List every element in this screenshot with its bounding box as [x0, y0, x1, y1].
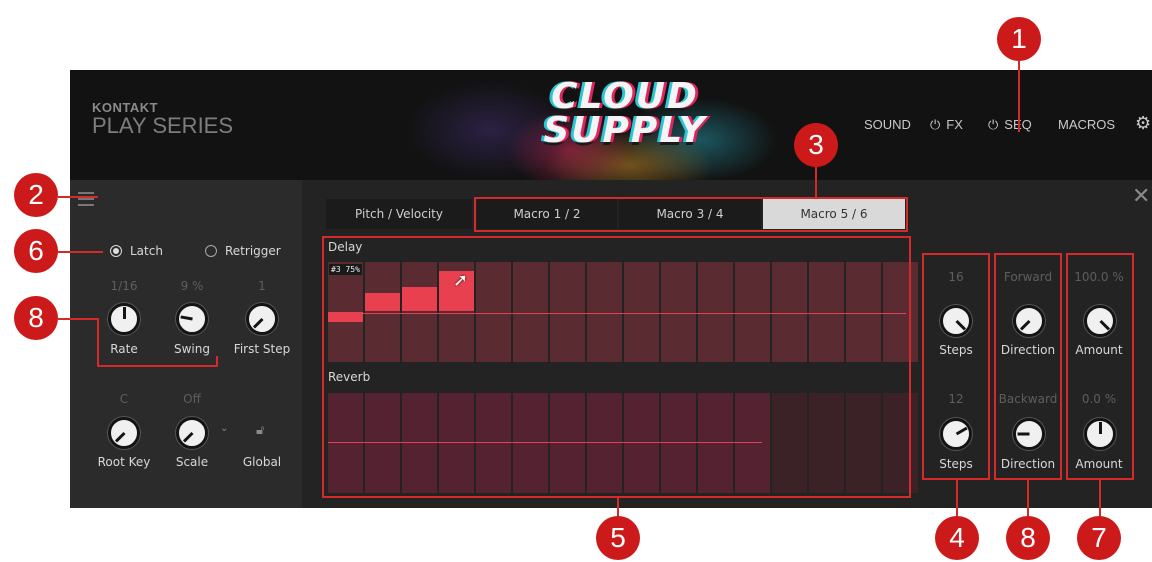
retrigger-radio[interactable]: Retrigger [205, 244, 281, 258]
callout-box-macro-tabs [474, 197, 908, 232]
nav-macros[interactable]: MACROS [1058, 117, 1115, 132]
callout-line-4 [956, 480, 958, 518]
cloud-supply-logo: CLOUD SUPPLY [540, 76, 710, 151]
callout-line-2 [58, 196, 98, 198]
close-icon[interactable]: ✕ [1132, 184, 1150, 209]
radio-selected-icon [110, 245, 122, 257]
root-key-knob[interactable] [108, 417, 140, 449]
first-step-value: 1 [258, 279, 266, 293]
logo-line-2: SUPPLY [543, 110, 707, 151]
root-key-value: C [119, 392, 129, 406]
global-label: Global [242, 455, 282, 469]
callout-line-3 [815, 165, 817, 199]
sequencer-left-panel: Latch Retrigger 1/16 9 % 1 Rate Swing Fi… [70, 180, 302, 508]
callout-box-amount [1066, 253, 1134, 480]
rate-knob[interactable] [108, 303, 140, 335]
nav-fx[interactable]: ⏻ FX [930, 117, 963, 133]
callout-7: 7 [1077, 516, 1121, 560]
callout-line-8a-tick [216, 356, 218, 367]
swing-knob[interactable] [176, 303, 208, 335]
callout-2: 2 [14, 173, 58, 217]
callout-3: 3 [794, 123, 838, 167]
callout-box-direction [994, 253, 1062, 480]
first-step-knob[interactable] [246, 303, 278, 335]
callout-box-step-lanes [322, 236, 911, 498]
callout-6: 6 [14, 229, 58, 273]
callout-line-8a [58, 318, 98, 320]
power-icon[interactable]: ⏻ [988, 117, 998, 133]
callout-line-1 [1018, 52, 1020, 132]
callout-8a: 8 [14, 296, 58, 340]
nav-seq[interactable]: ⏻SEQ [988, 117, 1032, 133]
lock-icon[interactable]: 🔓︎ [256, 423, 264, 438]
callout-line-8a-v [97, 318, 99, 366]
callout-5: 5 [596, 516, 640, 560]
gear-icon[interactable]: ⚙ [1135, 113, 1151, 134]
swing-value: 9 % [180, 279, 204, 293]
logo-line-1: CLOUD [551, 76, 699, 117]
scale-value: Off [183, 392, 201, 406]
hamburger-icon[interactable] [78, 192, 94, 206]
radio-unselected-icon [205, 245, 217, 257]
callout-4: 4 [935, 516, 979, 560]
swing-label: Swing [174, 342, 210, 356]
scale-knob[interactable] [176, 417, 208, 449]
latch-radio[interactable]: Latch [110, 244, 163, 258]
nav-sound[interactable]: SOUND [864, 117, 911, 132]
power-icon[interactable]: ⏻ [930, 117, 940, 133]
scale-label: Scale [175, 455, 209, 469]
retrigger-label: Retrigger [225, 244, 281, 258]
callout-line-7 [1099, 480, 1101, 518]
callout-line-8a-h [97, 365, 217, 367]
root-key-label: Root Key [97, 455, 151, 469]
callout-line-8b [1027, 480, 1029, 518]
brand-play-series: PLAY SERIES [92, 113, 234, 138]
tab-pitch-velocity[interactable]: Pitch / Velocity [326, 199, 472, 229]
rate-label: Rate [110, 342, 138, 356]
latch-label: Latch [130, 244, 163, 258]
rate-value: 1/16 [110, 279, 138, 293]
callout-1: 1 [997, 17, 1041, 61]
callout-box-steps [922, 253, 990, 480]
callout-line-6 [58, 251, 103, 253]
callout-8b: 8 [1006, 516, 1050, 560]
nav-fx-label: FX [946, 117, 963, 132]
scale-dropdown-icon[interactable]: ⌄ [220, 423, 228, 434]
first-step-label: First Step [233, 342, 291, 356]
plugin-header: KONTAKT PLAY SERIES CLOUD SUPPLY SOUND ⏻… [70, 70, 1152, 180]
